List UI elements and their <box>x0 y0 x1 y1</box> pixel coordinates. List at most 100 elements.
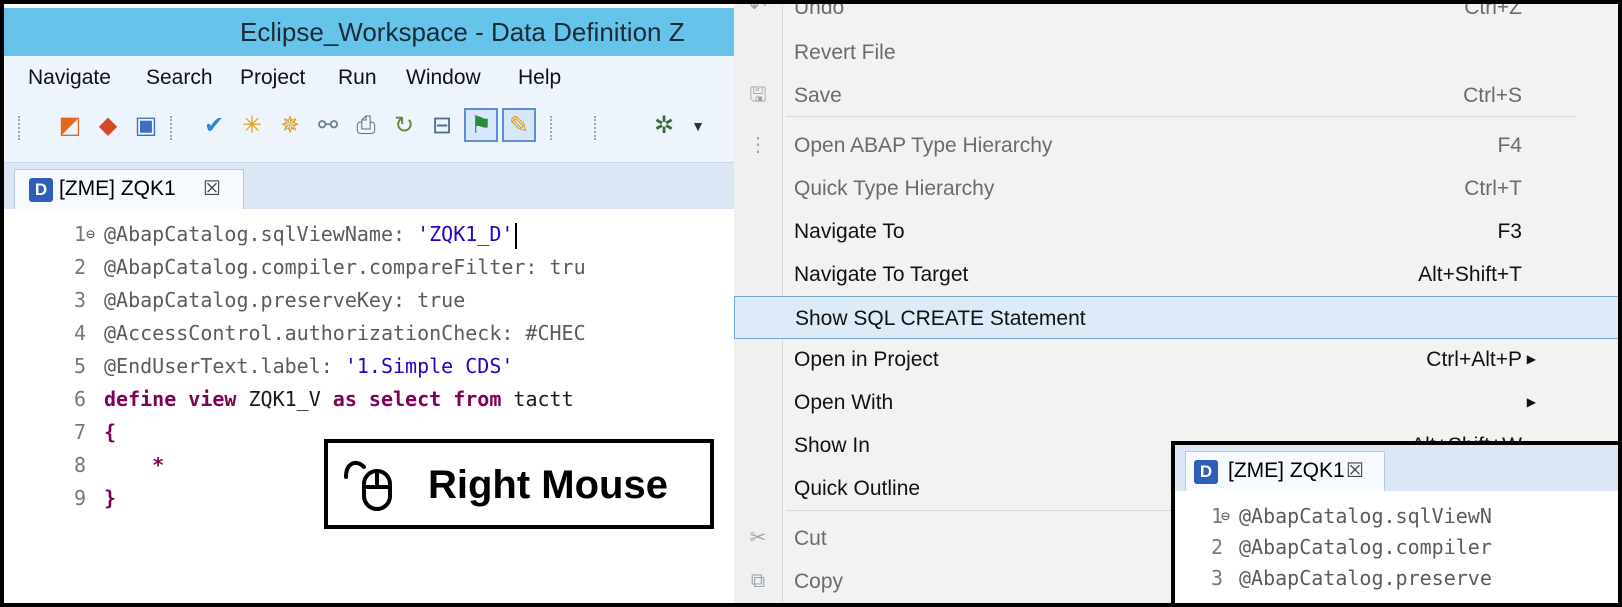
line-number: 2 <box>1210 535 1223 559</box>
activate-icon[interactable]: ✳ <box>238 112 266 140</box>
menu-item-label: Open in Project <box>794 348 939 371</box>
code-line[interactable]: 6 define view ZQK1_V as select from tactt <box>4 383 734 416</box>
refresh-icon[interactable]: ↻ <box>390 112 418 140</box>
menu-item-label: Cut <box>794 527 827 550</box>
code-text: * <box>104 449 164 482</box>
code-text: @AccessControl.authorizationCheck: #CHEC <box>104 317 586 350</box>
line-number: 6 <box>73 387 86 411</box>
menu-item-label: Quick Type Hierarchy <box>794 177 995 200</box>
code-token: define view <box>104 387 249 411</box>
menu-item-label: Show SQL CREATE Statement <box>795 307 1086 330</box>
code-token: } <box>104 486 117 510</box>
menu-item-label: Quick Outline <box>794 477 921 500</box>
menu-item-open-abap-type-hierarchy[interactable]: ⋮ Open ABAP Type Hierarchy F4 <box>734 124 1618 167</box>
code-token: * <box>104 453 165 477</box>
link-icon[interactable]: ⚯ <box>314 112 342 140</box>
code-editor[interactable]: 1 ⊖ @AbapCatalog.sqlViewName: 'ZQK1_D' 2 @Ab… <box>4 210 734 603</box>
menu-item-shortcut: Ctrl+T <box>1464 177 1522 200</box>
code-token: { <box>104 420 117 444</box>
toolbar-separator <box>550 116 556 140</box>
menu-item-navigate-to-target[interactable]: Navigate To Target Alt+Shift+T <box>734 253 1618 296</box>
toolbar-separator <box>18 116 24 140</box>
outline-icon[interactable]: ⊟ <box>428 112 456 140</box>
new-project-icon[interactable]: ◩ <box>56 112 84 140</box>
close-icon[interactable]: ☒ <box>1346 452 1364 490</box>
toolbar-separator <box>170 116 176 140</box>
activate-all-icon[interactable]: ✵ <box>276 112 304 140</box>
highlight-icon[interactable]: ✎ <box>505 112 533 140</box>
code-text: @AbapCatalog.compiler <box>1239 535 1492 559</box>
code-text: @AbapCatalog.compiler.compareFilter: tru <box>104 251 586 284</box>
overlay-code-line: 2 @AbapCatalog.compiler <box>1175 532 1618 563</box>
menu-separator <box>786 116 1576 117</box>
menu-item-shortcut: F4 <box>1497 134 1522 157</box>
code-line[interactable]: 1 ⊖ @AbapCatalog.sqlViewName: 'ZQK1_D' <box>4 218 734 251</box>
code-line[interactable]: 3 @AbapCatalog.preserveKey: true <box>4 284 734 317</box>
editor-tab-strip: D [ZME] ZQK1 ☒ <box>4 163 734 209</box>
code-text: @EndUserText.label: '1.Simple CDS' <box>104 350 513 383</box>
menu-project[interactable]: Project <box>240 56 305 100</box>
menu-item-open-in-project[interactable]: Open in Project Ctrl+Alt+P ▶ <box>734 338 1618 381</box>
line-number: 2 <box>73 255 86 279</box>
code-token: @AccessControl.authorizationCheck: #CHEC <box>104 321 586 345</box>
overlay-editor-tab[interactable]: D [ZME] ZQK1 ☒ <box>1185 451 1385 491</box>
menu-item-undo[interactable]: ↶ Undo Ctrl+Z <box>734 0 1618 29</box>
code-token: '1.Simple CDS' <box>344 354 514 378</box>
menu-item-label: Revert File <box>794 41 896 64</box>
debug-icon[interactable]: ✲ <box>650 112 678 140</box>
line-number: 1 <box>1210 504 1223 528</box>
code-text: @AbapCatalog.sqlViewName: 'ZQK1_D' <box>104 218 518 251</box>
menu-item-navigate-to[interactable]: Navigate To F3 <box>734 210 1618 253</box>
check-icon[interactable]: ✔ <box>200 112 228 140</box>
line-number: 9 <box>73 486 86 510</box>
new-object-icon[interactable]: ◆ <box>94 112 122 140</box>
print-icon[interactable]: ⎙ <box>352 112 380 140</box>
text-cursor <box>515 222 518 249</box>
overlay-code-line: 1 ⊖ @AbapCatalog.sqlViewN <box>1175 501 1618 532</box>
menu-item-save[interactable]: 🖫 Save Ctrl+S <box>734 74 1618 117</box>
code-line[interactable]: 2 @AbapCatalog.compiler.compareFilter: tr… <box>4 251 734 284</box>
submenu-arrow-icon: ▶ <box>1526 395 1536 409</box>
menu-run[interactable]: Run <box>338 56 377 100</box>
code-text: @AbapCatalog.sqlViewN <box>1239 504 1492 528</box>
menu-item-shortcut: Ctrl+Z <box>1464 0 1522 19</box>
menu-item-quick-type-hierarchy[interactable]: Quick Type Hierarchy Ctrl+T <box>734 167 1618 210</box>
toggle-highlight-icon[interactable]: ⚑ <box>467 112 495 140</box>
menu-search[interactable]: Search <box>146 56 213 100</box>
code-token: @AbapCatalog.sqlViewName: <box>104 222 418 246</box>
editor-tab-zqk1[interactable]: D [ZME] ZQK1 ☒ <box>14 169 244 209</box>
editor-tab-label: [ZME] ZQK1 <box>59 177 176 200</box>
title-bar: Eclipse_Workspace - Data Definition Z <box>4 8 734 56</box>
code-line[interactable]: 4 @AccessControl.authorizationCheck: #CHE… <box>4 317 734 350</box>
menu-item-shortcut: Ctrl+Alt+P <box>1426 348 1522 371</box>
menu-item-label: Open With <box>794 391 894 414</box>
menu-item-open-with[interactable]: Open With ▶ <box>734 381 1618 424</box>
cut-icon: ✂ <box>749 527 767 549</box>
chevron-down-icon[interactable]: ▼ <box>684 112 712 140</box>
menu-item-label: Navigate To <box>794 220 905 243</box>
code-text: @AbapCatalog.preserve <box>1239 566 1492 590</box>
fold-toggle-icon[interactable]: ⊖ <box>86 218 95 251</box>
toolbar-separator <box>594 116 600 140</box>
menu-item-revert-file[interactable]: Revert File <box>734 31 1618 74</box>
line-number: 4 <box>73 321 86 345</box>
overlay-code-line: 3 @AbapCatalog.preserve <box>1175 563 1618 594</box>
menu-item-shortcut: F3 <box>1497 220 1522 243</box>
close-icon[interactable]: ☒ <box>203 170 221 208</box>
menu-navigate[interactable]: Navigate <box>28 56 111 100</box>
code-line[interactable]: 5 @EndUserText.label: '1.Simple CDS' <box>4 350 734 383</box>
menu-item-label: Save <box>794 84 842 107</box>
save-icon: 🖫 <box>749 84 767 106</box>
overlay-tab-strip: D [ZME] ZQK1 ☒ <box>1175 445 1618 491</box>
code-text: @AbapCatalog.preserveKey: true <box>104 284 465 317</box>
menu-help[interactable]: Help <box>518 56 561 100</box>
menu-window[interactable]: Window <box>406 56 481 100</box>
submenu-arrow-icon: ▶ <box>1526 352 1536 366</box>
open-object-icon[interactable]: ▣ <box>132 112 160 140</box>
toolbar: ◩ ◆ ▣ ✔ ✳ ✵ ⚯ ⎙ ↻ ⊟ ⚑ ✎ ✲ ▼ <box>4 100 734 163</box>
menu-item-label: Copy <box>794 570 844 593</box>
code-text: } <box>104 482 116 515</box>
hierarchy-icon: ⋮ <box>748 134 768 156</box>
menu-item-show-sql-create-statement[interactable]: Show SQL CREATE Statement <box>734 296 1618 339</box>
menu-item-label: Open ABAP Type Hierarchy <box>794 134 1053 157</box>
